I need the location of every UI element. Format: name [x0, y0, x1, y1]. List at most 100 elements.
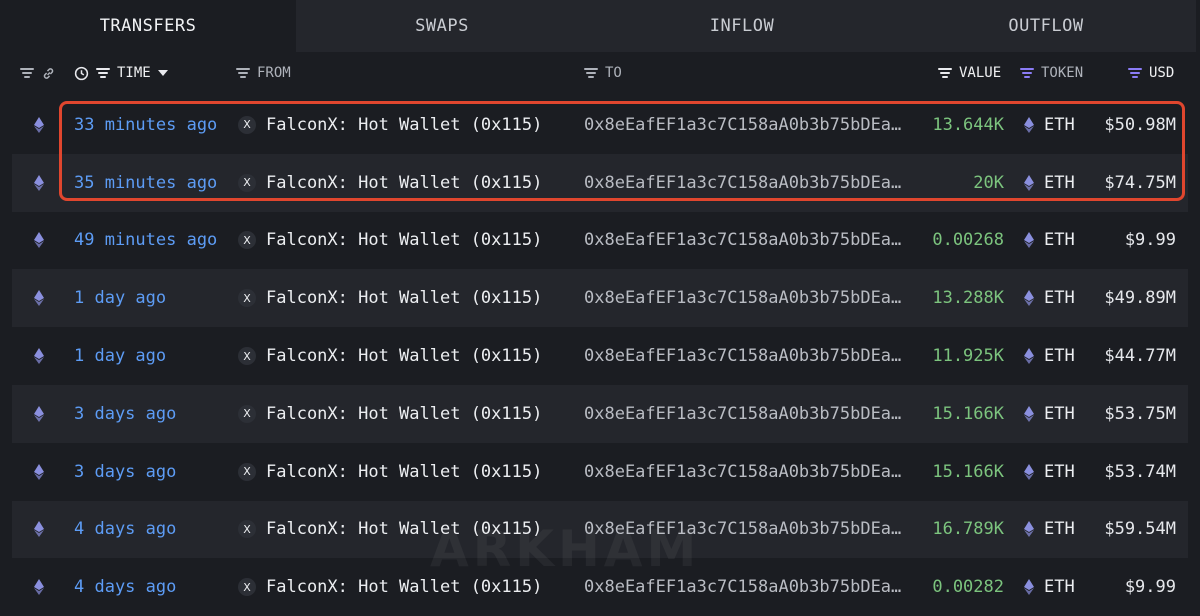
value-amount: 20K — [973, 172, 1004, 193]
column-to[interactable]: TO — [584, 52, 622, 94]
from-entity[interactable]: X FalconX: Hot Wallet (0x115) — [238, 96, 542, 154]
ethereum-icon — [34, 116, 44, 133]
filter-icon[interactable] — [96, 67, 110, 79]
to-address[interactable]: 0x8eEafEF1a3c7C158aA0b3b75bDEa… — [584, 96, 914, 154]
token-cell[interactable]: ETH — [1024, 385, 1075, 443]
time-link[interactable]: 4 days ago — [74, 558, 176, 616]
ethereum-icon — [1024, 579, 1034, 596]
ethereum-icon — [1024, 232, 1034, 249]
column-to-label: TO — [605, 65, 622, 81]
from-entity[interactable]: X FalconX: Hot Wallet (0x115) — [238, 327, 542, 385]
filter-icon[interactable] — [236, 67, 250, 79]
ethereum-icon — [34, 232, 44, 249]
time-link[interactable]: 4 days ago — [74, 501, 176, 559]
table-row[interactable]: 1 day ago X FalconX: Hot Wallet (0x115) … — [12, 269, 1188, 328]
from-label: FalconX: Hot Wallet (0x115) — [266, 230, 543, 251]
from-entity[interactable]: X FalconX: Hot Wallet (0x115) — [238, 501, 542, 559]
filter-icon[interactable] — [938, 67, 952, 79]
ethereum-icon — [34, 405, 44, 422]
ethereum-icon — [34, 579, 44, 596]
value-amount: 0.00282 — [932, 577, 1004, 598]
table-row[interactable]: 33 minutes ago X FalconX: Hot Wallet (0x… — [12, 96, 1188, 154]
falconx-logo-icon: X — [238, 462, 256, 481]
from-entity[interactable]: X FalconX: Hot Wallet (0x115) — [238, 385, 542, 443]
tab-swaps[interactable]: SWAPS — [296, 0, 588, 52]
link-icon[interactable] — [41, 66, 56, 81]
token-cell[interactable]: ETH — [1024, 154, 1075, 212]
column-time[interactable]: TIME — [74, 52, 168, 94]
to-address[interactable]: 0x8eEafEF1a3c7C158aA0b3b75bDEa… — [584, 154, 914, 212]
usd-amount: $50.98M — [1104, 114, 1176, 135]
token-cell[interactable]: ETH — [1024, 269, 1075, 327]
value-amount: 15.166K — [932, 403, 1004, 424]
usd-amount: $49.89M — [1104, 288, 1176, 309]
token-cell[interactable]: ETH — [1024, 96, 1075, 154]
falconx-logo-icon: X — [238, 347, 256, 366]
token-symbol: ETH — [1044, 461, 1075, 482]
token-cell[interactable]: ETH — [1024, 212, 1075, 270]
tab-transfers[interactable]: TRANSFERS — [0, 0, 296, 52]
ethereum-icon — [34, 521, 44, 538]
ethereum-icon — [1024, 174, 1034, 191]
usd-amount: $53.74M — [1104, 461, 1176, 482]
from-entity[interactable]: X FalconX: Hot Wallet (0x115) — [238, 558, 542, 616]
filter-icon[interactable] — [1128, 67, 1142, 79]
token-cell[interactable]: ETH — [1024, 558, 1075, 616]
falconx-logo-icon: X — [238, 115, 256, 134]
filter-icon[interactable] — [1020, 67, 1034, 79]
caret-down-icon[interactable] — [157, 70, 168, 76]
tab-inflow[interactable]: INFLOW — [588, 0, 896, 52]
value-amount: 16.789K — [932, 519, 1004, 540]
token-cell[interactable]: ETH — [1024, 501, 1075, 559]
chain-cell — [34, 558, 44, 616]
from-entity[interactable]: X FalconX: Hot Wallet (0x115) — [238, 154, 542, 212]
time-link[interactable]: 1 day ago — [74, 269, 166, 327]
filter-icon[interactable] — [584, 67, 598, 79]
tab-outflow[interactable]: OUTFLOW — [896, 0, 1196, 52]
to-address[interactable]: 0x8eEafEF1a3c7C158aA0b3b75bDEa… — [584, 269, 914, 327]
from-entity[interactable]: X FalconX: Hot Wallet (0x115) — [238, 443, 542, 501]
chain-cell — [34, 501, 44, 559]
from-label: FalconX: Hot Wallet (0x115) — [266, 172, 543, 193]
column-token[interactable]: TOKEN — [1020, 52, 1083, 94]
filter-icon[interactable] — [20, 67, 34, 79]
time-link[interactable]: 3 days ago — [74, 385, 176, 443]
column-usd[interactable]: USD — [1128, 52, 1174, 94]
usd-amount: $74.75M — [1104, 172, 1176, 193]
time-link[interactable]: 35 minutes ago — [74, 154, 217, 212]
table-row[interactable]: 35 minutes ago X FalconX: Hot Wallet (0x… — [12, 153, 1188, 212]
usd-amount: $44.77M — [1104, 346, 1176, 367]
column-value[interactable]: VALUE — [938, 52, 1001, 94]
to-address[interactable]: 0x8eEafEF1a3c7C158aA0b3b75bDEa… — [584, 385, 914, 443]
value-amount: 0.00268 — [932, 230, 1004, 251]
table-row[interactable]: 1 day ago X FalconX: Hot Wallet (0x115) … — [12, 327, 1188, 385]
table-row[interactable]: 4 days ago X FalconX: Hot Wallet (0x115)… — [12, 500, 1188, 559]
token-cell[interactable]: ETH — [1024, 443, 1075, 501]
table-row[interactable]: 3 days ago X FalconX: Hot Wallet (0x115)… — [12, 384, 1188, 443]
time-link[interactable]: 1 day ago — [74, 327, 166, 385]
table-row[interactable]: 3 days ago X FalconX: Hot Wallet (0x115)… — [12, 443, 1188, 501]
time-link[interactable]: 49 minutes ago — [74, 212, 217, 270]
to-address[interactable]: 0x8eEafEF1a3c7C158aA0b3b75bDEa… — [584, 212, 914, 270]
to-address[interactable]: 0x8eEafEF1a3c7C158aA0b3b75bDEa… — [584, 558, 914, 616]
from-entity[interactable]: X FalconX: Hot Wallet (0x115) — [238, 269, 542, 327]
column-time-label: TIME — [117, 65, 151, 81]
ethereum-icon — [1024, 116, 1034, 133]
table-header: TIME FROM TO VALUE TOKEN USD — [0, 52, 1200, 94]
to-address[interactable]: 0x8eEafEF1a3c7C158aA0b3b75bDEa… — [584, 501, 914, 559]
ethereum-icon — [1024, 348, 1034, 365]
to-address[interactable]: 0x8eEafEF1a3c7C158aA0b3b75bDEa… — [584, 443, 914, 501]
column-from[interactable]: FROM — [236, 52, 291, 94]
time-link[interactable]: 33 minutes ago — [74, 96, 217, 154]
column-from-label: FROM — [257, 65, 291, 81]
from-entity[interactable]: X FalconX: Hot Wallet (0x115) — [238, 212, 542, 270]
ethereum-icon — [34, 348, 44, 365]
table-row[interactable]: 49 minutes ago X FalconX: Hot Wallet (0x… — [12, 212, 1188, 270]
table-row[interactable]: 4 days ago X FalconX: Hot Wallet (0x115)… — [12, 558, 1188, 616]
global-filter[interactable] — [20, 52, 56, 94]
token-cell[interactable]: ETH — [1024, 327, 1075, 385]
to-address[interactable]: 0x8eEafEF1a3c7C158aA0b3b75bDEa… — [584, 327, 914, 385]
from-label: FalconX: Hot Wallet (0x115) — [266, 577, 543, 598]
time-link[interactable]: 3 days ago — [74, 443, 176, 501]
chain-cell — [34, 443, 44, 501]
